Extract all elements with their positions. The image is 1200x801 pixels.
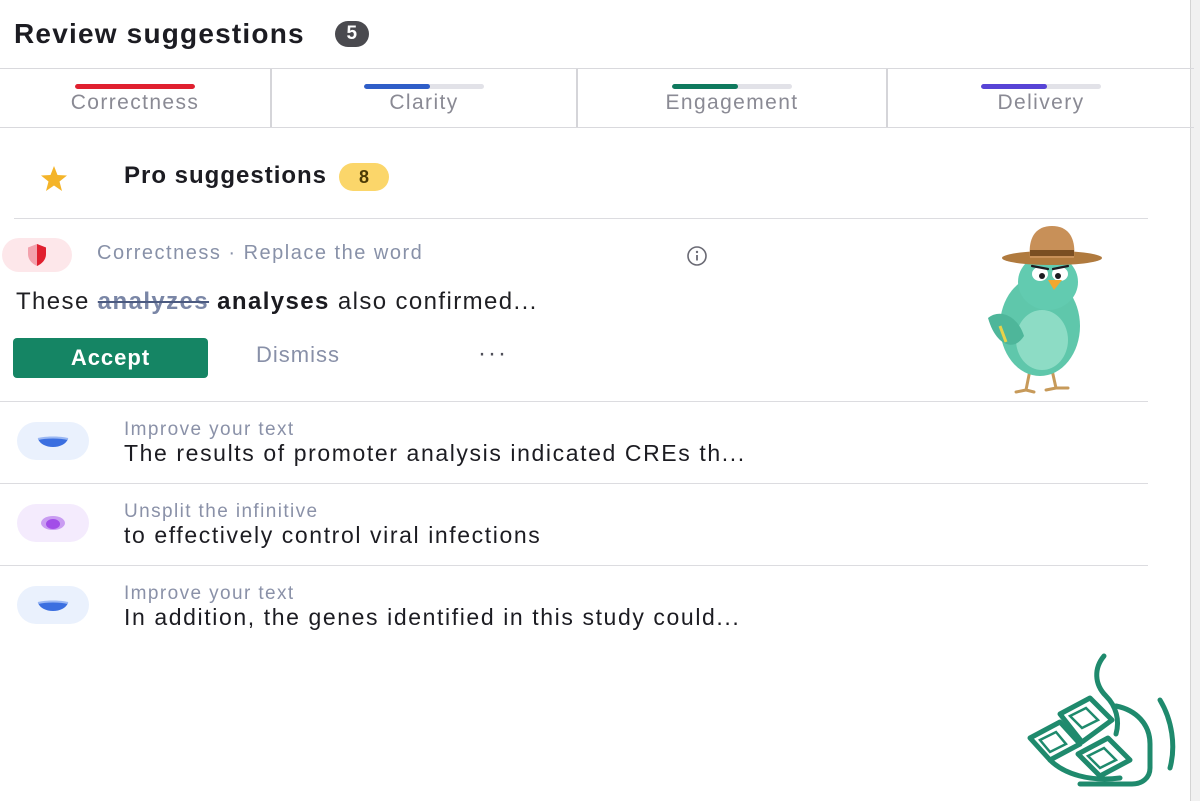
engagement-score-bar xyxy=(672,84,792,89)
pro-suggestions-title: Pro suggestions xyxy=(124,162,328,189)
suggestion-text: The results of promoter analysis indicat… xyxy=(124,440,746,466)
tab-label: Correctness xyxy=(70,91,200,114)
suggestion-sentence: These analyzes analyses also confirmed..… xyxy=(16,288,538,316)
tab-label: Clarity xyxy=(389,91,459,114)
suggestion-text: In addition, the genes identified in thi… xyxy=(124,604,741,630)
suggestion-category: Unsplit the infinitive xyxy=(124,501,319,522)
suggestion-category: Improve your text xyxy=(124,583,295,604)
correctness-shield-icon xyxy=(2,238,72,272)
delivery-score-bar xyxy=(981,84,1101,89)
tab-engagement[interactable]: Engagement xyxy=(578,69,888,127)
clarity-icon xyxy=(17,586,89,624)
panel-title: Review suggestions xyxy=(14,18,305,49)
info-icon[interactable] xyxy=(680,245,714,267)
suggestion-item[interactable]: Unsplit the infinitive to effectively co… xyxy=(0,486,1148,566)
suggestion-item[interactable]: Improve your text The results of promote… xyxy=(0,404,1148,484)
tab-clarity[interactable]: Clarity xyxy=(272,69,578,127)
clarity-icon xyxy=(17,422,89,460)
clarity-score-bar xyxy=(364,84,484,89)
pro-suggestions-row[interactable]: Pro suggestions 8 xyxy=(14,145,1148,219)
correctness-score-bar xyxy=(75,84,195,89)
suggestion-category: Correctness · Replace the word xyxy=(97,242,424,264)
suggestion-card: Correctness · Replace the word These ana… xyxy=(0,222,1148,402)
accept-button[interactable]: Accept xyxy=(13,338,208,378)
sentence-suffix: also confirmed... xyxy=(329,288,538,315)
delivery-icon xyxy=(17,504,89,542)
suggestion-category: Improve your text xyxy=(124,419,295,440)
calligraphy-logo xyxy=(1027,653,1176,787)
suggestion-text: to effectively control viral infections xyxy=(124,522,542,548)
tab-label: Engagement xyxy=(665,91,799,114)
struck-word: analyzes xyxy=(97,288,210,315)
category-tabs: Correctness Clarity Engagement Delivery xyxy=(0,68,1194,128)
star-icon xyxy=(41,166,67,191)
tab-label: Delivery xyxy=(997,91,1085,114)
pro-count-badge: 8 xyxy=(339,163,390,191)
replacement-word[interactable]: analyses xyxy=(217,288,330,315)
bird-mascot-illustration xyxy=(988,226,1102,394)
more-options-button[interactable]: ··· xyxy=(478,340,508,368)
tab-correctness[interactable]: Correctness xyxy=(0,69,272,127)
review-header: Review suggestions 5 xyxy=(0,0,1190,68)
dismiss-button[interactable]: Dismiss xyxy=(256,342,340,368)
suggestion-count-badge: 5 xyxy=(334,21,369,47)
sentence-prefix: These xyxy=(16,288,98,315)
tab-delivery[interactable]: Delivery xyxy=(888,69,1194,127)
suggestion-item[interactable]: Improve your text In addition, the genes… xyxy=(0,568,1148,648)
